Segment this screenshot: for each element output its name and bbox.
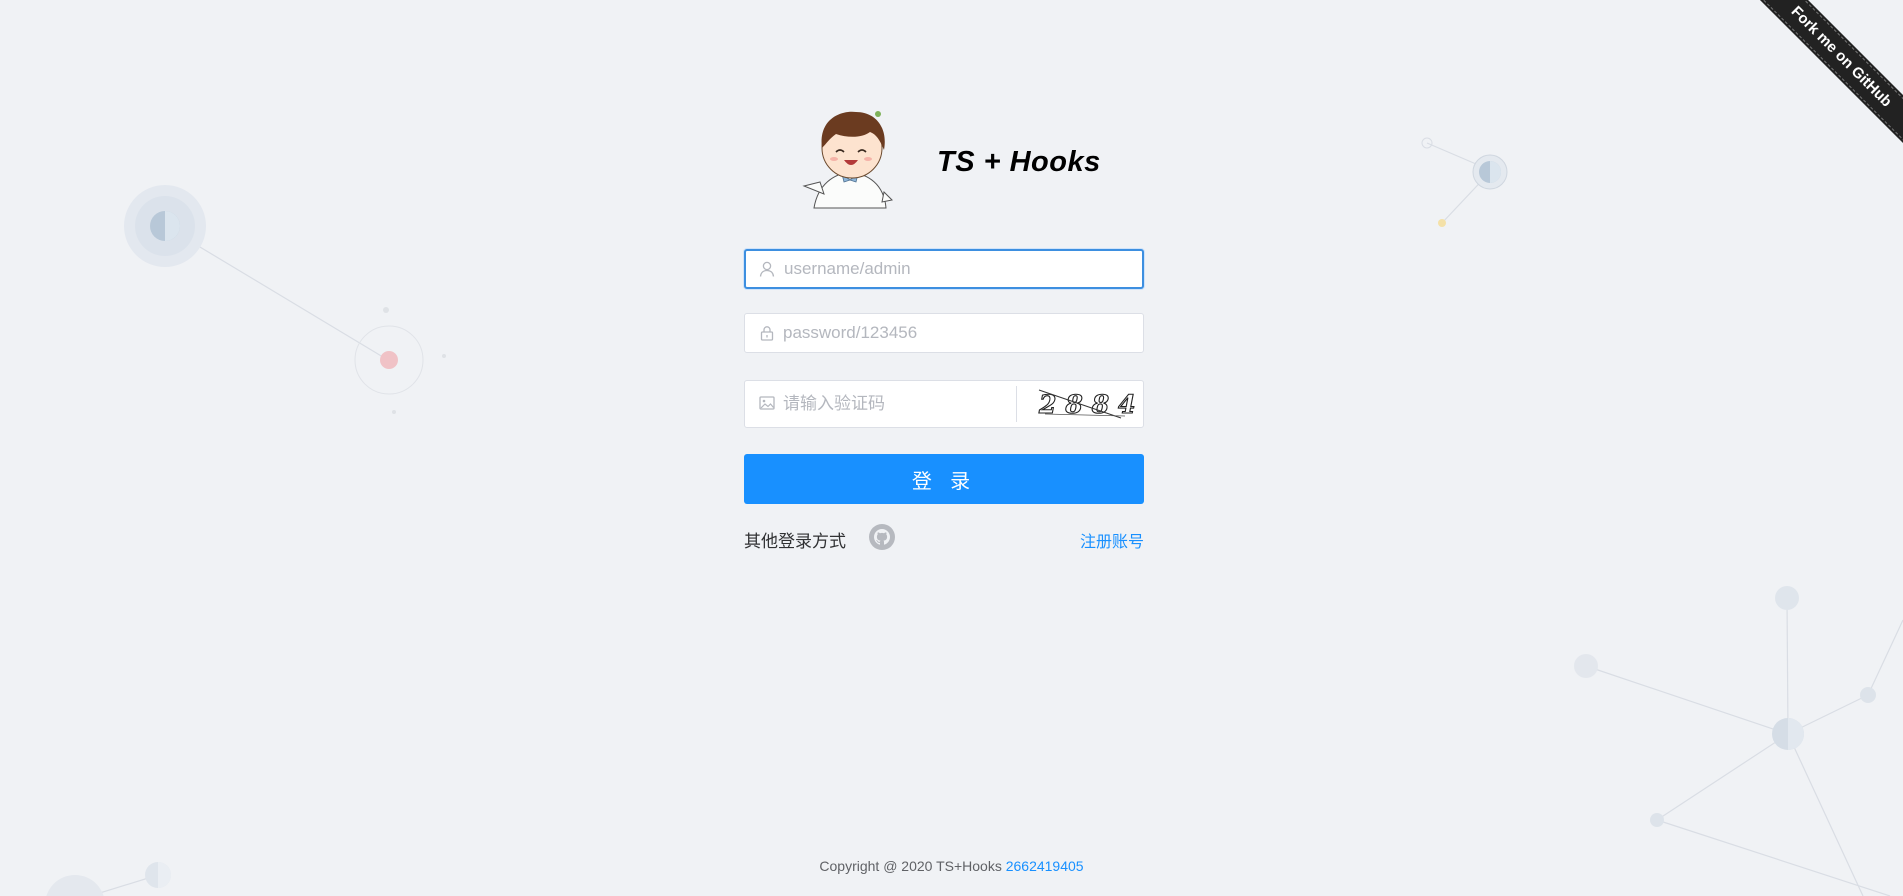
login-button[interactable]: 登 录: [744, 454, 1144, 504]
github-ribbon-container: Fork me on GitHub: [1733, 0, 1903, 170]
username-field-wrapper[interactable]: [744, 249, 1144, 289]
footer-contact-link[interactable]: 2662419405: [1006, 858, 1084, 874]
brand-title: TS + Hooks: [937, 146, 1101, 178]
copyright-text: Copyright @ 2020 TS+Hooks: [819, 858, 1002, 874]
other-login-row: 其他登录方式 注册账号: [744, 523, 1144, 553]
user-icon: [759, 261, 775, 277]
image-icon: [759, 396, 775, 410]
fork-github-ribbon[interactable]: Fork me on GitHub: [1738, 0, 1903, 160]
captcha-field-wrapper[interactable]: 2884: [744, 380, 1144, 428]
github-icon[interactable]: [868, 523, 896, 551]
username-input[interactable]: [784, 251, 1084, 287]
lock-icon: [760, 326, 774, 341]
other-login-label: 其他登录方式: [744, 532, 846, 552]
avatar: [802, 111, 894, 209]
footer: Copyright @ 2020 TS+Hooks 2662419405: [0, 858, 1903, 874]
password-input[interactable]: [783, 314, 1083, 352]
register-link[interactable]: 注册账号: [1080, 528, 1144, 552]
brand-header: TS + Hooks: [800, 104, 1130, 214]
password-field-wrapper[interactable]: [744, 313, 1144, 353]
captcha-image[interactable]: 2884: [1025, 384, 1137, 424]
login-page: TS + Hooks username/admin 请输入验证码 2884 登 …: [0, 0, 1903, 896]
captcha-divider: [1016, 386, 1017, 422]
